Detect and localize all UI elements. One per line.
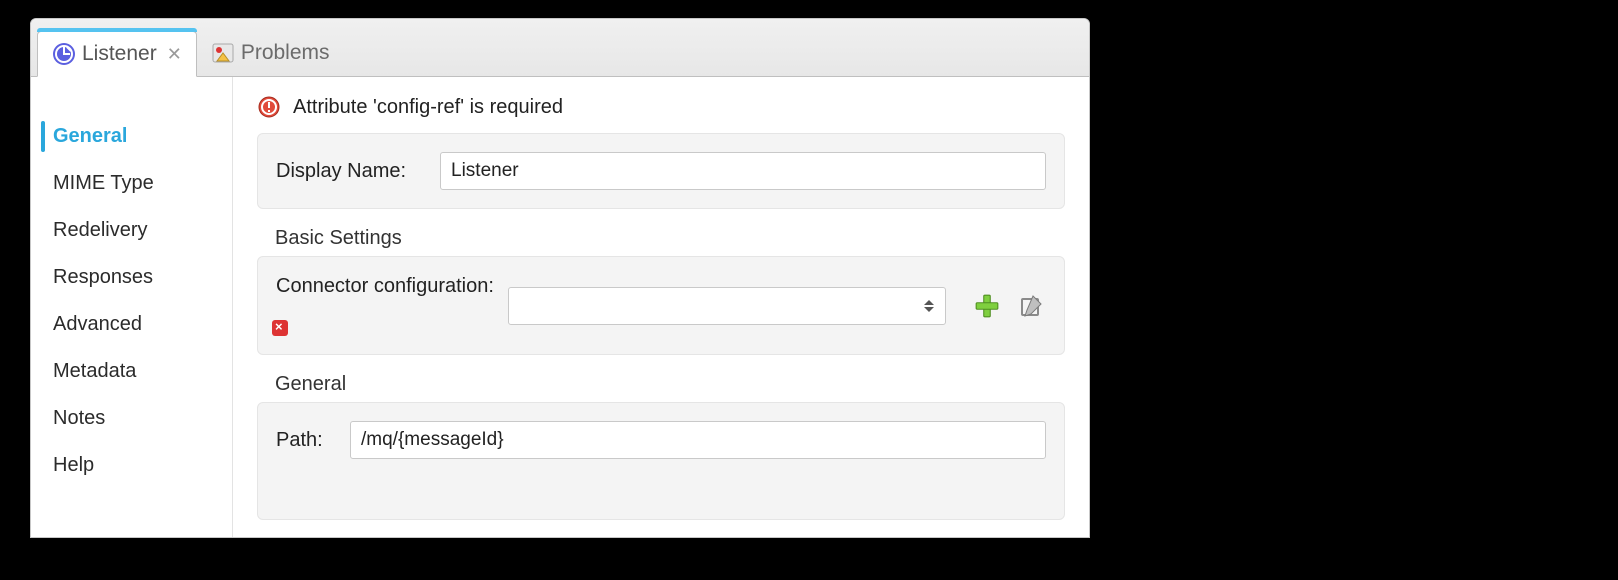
sidebar-item-advanced[interactable]: Advanced [31, 301, 232, 348]
connector-config-label: Connector configuration: [276, 275, 494, 298]
error-icon [257, 95, 281, 119]
edit-button[interactable] [1016, 291, 1046, 321]
sidebar-item-label: Redelivery [53, 219, 147, 241]
sidebar-item-metadata[interactable]: Metadata [31, 348, 232, 395]
sidebar-item-general[interactable]: General [31, 113, 232, 160]
field-error-icon [272, 320, 288, 336]
editor-panel: General MIME Type Redelivery Responses A… [31, 77, 1089, 537]
close-icon[interactable]: ✕ [167, 44, 182, 65]
sidebar-item-help[interactable]: Help [31, 442, 232, 489]
sidebar-item-label: Metadata [53, 360, 136, 382]
display-name-input[interactable] [440, 152, 1046, 190]
tab-label: Problems [241, 41, 330, 65]
sidebar-item-label: General [53, 125, 127, 147]
editor-window: Listener ✕ Problems General MIME Type Re… [30, 18, 1090, 538]
tab-listener[interactable]: Listener ✕ [37, 31, 197, 77]
general-section-group: Path: [257, 402, 1065, 520]
tab-label: Listener [82, 42, 157, 66]
display-name-label: Display Name: [276, 160, 426, 183]
listener-icon [52, 42, 76, 66]
sidebar-item-label: Help [53, 454, 94, 476]
path-input[interactable] [350, 421, 1046, 459]
display-name-group: Display Name: [257, 133, 1065, 209]
path-label: Path: [276, 429, 336, 452]
connector-config-select[interactable] [508, 287, 946, 325]
sidebar-item-mime-type[interactable]: MIME Type [31, 160, 232, 207]
basic-settings-group: Connector configuration: [257, 256, 1065, 355]
sidebar-item-responses[interactable]: Responses [31, 254, 232, 301]
general-section-title: General [257, 373, 1065, 402]
basic-settings-title: Basic Settings [257, 227, 1065, 256]
error-message: Attribute 'config-ref' is required [293, 96, 563, 119]
problems-icon [211, 41, 235, 65]
add-button[interactable] [972, 291, 1002, 321]
main-form: Attribute 'config-ref' is required Displ… [233, 77, 1089, 537]
sidebar-item-label: Advanced [53, 313, 142, 335]
tab-problems[interactable]: Problems [197, 30, 344, 76]
sidebar-item-label: Notes [53, 407, 105, 429]
sidebar-item-label: Responses [53, 266, 153, 288]
sidebar: General MIME Type Redelivery Responses A… [31, 77, 233, 537]
sidebar-item-notes[interactable]: Notes [31, 395, 232, 442]
validation-error: Attribute 'config-ref' is required [257, 95, 1065, 119]
sidebar-item-label: MIME Type [53, 172, 154, 194]
sidebar-item-redelivery[interactable]: Redelivery [31, 207, 232, 254]
tab-bar: Listener ✕ Problems [31, 19, 1089, 77]
